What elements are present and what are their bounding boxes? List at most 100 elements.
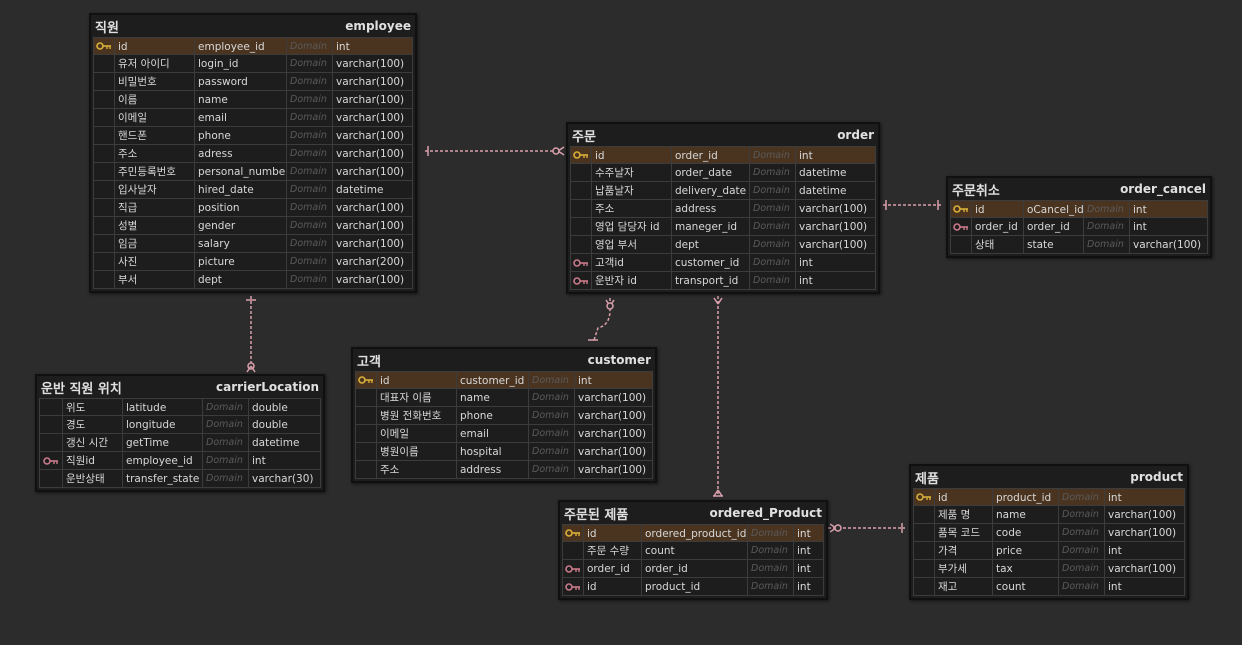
attribute-row[interactable]: 비밀번호 password Domain varchar(100): [93, 73, 413, 91]
attribute-row[interactable]: 부서 dept Domain varchar(100): [93, 271, 413, 289]
attribute-row[interactable]: 납품날자 delivery_date Domain datetime: [570, 182, 876, 200]
attribute-row[interactable]: id product_id Domain int: [562, 578, 824, 596]
primary-key-row[interactable]: id customer_id Domain int: [355, 371, 653, 389]
entity-order_cancel[interactable]: 주문취소 order_cancel id oCancel_id Domain int ord…: [946, 176, 1212, 258]
data-type: varchar(100): [333, 199, 413, 217]
attribute-row[interactable]: 재고 count Domain int: [913, 578, 1185, 596]
data-type: varchar(100): [333, 55, 413, 73]
data-type: varchar(100): [575, 425, 653, 443]
entity-header[interactable]: 고객 customer: [353, 349, 655, 371]
attribute-row[interactable]: order_id order_id Domain int: [562, 560, 824, 578]
attribute-row[interactable]: 운반자 id transport_id Domain int: [570, 272, 876, 290]
key-cell: [355, 371, 377, 389]
logical-name: 핸드폰: [115, 127, 195, 145]
key-cell: [950, 236, 972, 254]
attribute-row[interactable]: 직급 position Domain varchar(100): [93, 199, 413, 217]
attribute-row[interactable]: order_id order_id Domain int: [950, 218, 1208, 236]
entity-header[interactable]: 주문 order: [568, 124, 878, 146]
attribute-row[interactable]: 영업 담당자 id maneger_id Domain varchar(100): [570, 218, 876, 236]
attribute-list: id ordered_product_id Domain int 주문 수량 count D…: [560, 524, 826, 598]
logical-name: 제품 명: [935, 506, 993, 524]
attribute-row[interactable]: 입사날자 hired_date Domain datetime: [93, 181, 413, 199]
attribute-row[interactable]: 상태 state Domain varchar(100): [950, 236, 1208, 254]
attribute-list: 위도 latitude Domain double 경도 longitude Domain d…: [37, 398, 323, 490]
domain-cell: Domain: [529, 461, 575, 479]
cardinality-ring: [834, 524, 842, 532]
data-type: int: [794, 560, 824, 578]
crows-foot: [605, 299, 615, 307]
domain-cell: Domain: [529, 425, 575, 443]
logical-name: 재고: [935, 578, 993, 596]
domain-cell: Domain: [287, 271, 333, 289]
logical-name: 영업 담당자 id: [592, 218, 672, 236]
domain-cell: Domain: [529, 443, 575, 461]
domain-cell: Domain: [287, 253, 333, 271]
entity-korean-name: 주문된 제품: [564, 507, 629, 523]
primary-key-row[interactable]: id order_id Domain int: [570, 146, 876, 164]
attribute-row[interactable]: 주소 address Domain varchar(100): [355, 461, 653, 479]
attribute-row[interactable]: 이름 name Domain varchar(100): [93, 91, 413, 109]
logical-name: 이메일: [115, 109, 195, 127]
entity-header[interactable]: 주문취소 order_cancel: [948, 178, 1210, 200]
attribute-row[interactable]: 임금 salary Domain varchar(100): [93, 235, 413, 253]
attribute-row[interactable]: 영업 부서 dept Domain varchar(100): [570, 236, 876, 254]
attribute-row[interactable]: 병원 전화번호 phone Domain varchar(100): [355, 407, 653, 425]
data-type: int: [1105, 542, 1185, 560]
attribute-row[interactable]: 주문 수량 count Domain int: [562, 542, 824, 560]
attribute-row[interactable]: 경도 longitude Domain double: [39, 416, 321, 434]
attribute-row[interactable]: 유저 아이디 login_id Domain varchar(100): [93, 55, 413, 73]
primary-key-row[interactable]: id oCancel_id Domain int: [950, 200, 1208, 218]
entity-table-name: order: [837, 128, 874, 142]
attribute-row[interactable]: 핸드폰 phone Domain varchar(100): [93, 127, 413, 145]
physical-name: order_id: [1024, 218, 1084, 236]
attribute-row[interactable]: 제품 명 name Domain varchar(100): [913, 506, 1185, 524]
attribute-row[interactable]: 갱신 시간 getTime Domain datetime: [39, 434, 321, 452]
attribute-row[interactable]: 이메일 email Domain varchar(100): [93, 109, 413, 127]
attribute-row[interactable]: 주민등록번호 personal_number Domain varchar(100): [93, 163, 413, 181]
primary-key-icon: [565, 529, 580, 537]
cardinality-ring: [552, 147, 560, 155]
attribute-row[interactable]: 품목 코드 code Domain varchar(100): [913, 524, 1185, 542]
logical-name: 입사날자: [115, 181, 195, 199]
physical-name: count: [642, 542, 748, 560]
primary-key-row[interactable]: id employee_id Domain int: [93, 37, 413, 55]
primary-key-row[interactable]: id ordered_product_id Domain int: [562, 524, 824, 542]
entity-carrierLocation[interactable]: 운반 직원 위치 carrierLocation 위도 latitude Domain d…: [35, 374, 325, 492]
attribute-row[interactable]: 주소 address Domain varchar(100): [570, 200, 876, 218]
key-cell: [570, 146, 592, 164]
entity-order[interactable]: 주문 order id order_id Domain int 수주날자 order_date…: [566, 122, 880, 294]
key-cell: [39, 452, 63, 470]
domain-cell: Domain: [529, 371, 575, 389]
primary-key-row[interactable]: id product_id Domain int: [913, 488, 1185, 506]
attribute-row[interactable]: 병원이름 hospital Domain varchar(100): [355, 443, 653, 461]
attribute-row[interactable]: 대표자 이름 name Domain varchar(100): [355, 389, 653, 407]
key-cell: [913, 524, 935, 542]
entity-header[interactable]: 직원 employee: [91, 15, 415, 37]
entity-header[interactable]: 주문된 제품 ordered_Product: [560, 502, 826, 524]
attribute-row[interactable]: 성별 gender Domain varchar(100): [93, 217, 413, 235]
attribute-row[interactable]: 가격 price Domain int: [913, 542, 1185, 560]
data-type: varchar(100): [333, 73, 413, 91]
entity-employee[interactable]: 직원 employee id employee_id Domain int 유저 아이디 lo…: [89, 13, 417, 293]
entity-customer[interactable]: 고객 customer id customer_id Domain int 대표자 이름 na…: [351, 347, 657, 483]
domain-cell: Domain: [203, 398, 249, 416]
logical-name: 운반자 id: [592, 272, 672, 290]
attribute-row[interactable]: 사진 picture Domain varchar(200): [93, 253, 413, 271]
data-type: varchar(200): [333, 253, 413, 271]
data-type: varchar(100): [1105, 524, 1185, 542]
attribute-row[interactable]: 위도 latitude Domain double: [39, 398, 321, 416]
physical-name: transfer_state: [123, 470, 203, 488]
attribute-row[interactable]: 부가세 tax Domain varchar(100): [913, 560, 1185, 578]
attribute-row[interactable]: 고객id customer_id Domain int: [570, 254, 876, 272]
entity-ordered_Product[interactable]: 주문된 제품 ordered_Product id ordered_product_i…: [558, 500, 828, 600]
attribute-row[interactable]: 수주날자 order_date Domain datetime: [570, 164, 876, 182]
attribute-row[interactable]: 이메일 email Domain varchar(100): [355, 425, 653, 443]
attribute-row[interactable]: 직원id employee_id Domain int: [39, 452, 321, 470]
domain-cell: Domain: [1084, 218, 1130, 236]
logical-name: 갱신 시간: [63, 434, 123, 452]
entity-header[interactable]: 제품 product: [911, 466, 1187, 488]
attribute-row[interactable]: 주소 adress Domain varchar(100): [93, 145, 413, 163]
attribute-row[interactable]: 운반상태 transfer_state Domain varchar(30): [39, 470, 321, 488]
entity-product[interactable]: 제품 product id product_id Domain int 제품 명 name Do…: [909, 464, 1189, 600]
entity-header[interactable]: 운반 직원 위치 carrierLocation: [37, 376, 323, 398]
